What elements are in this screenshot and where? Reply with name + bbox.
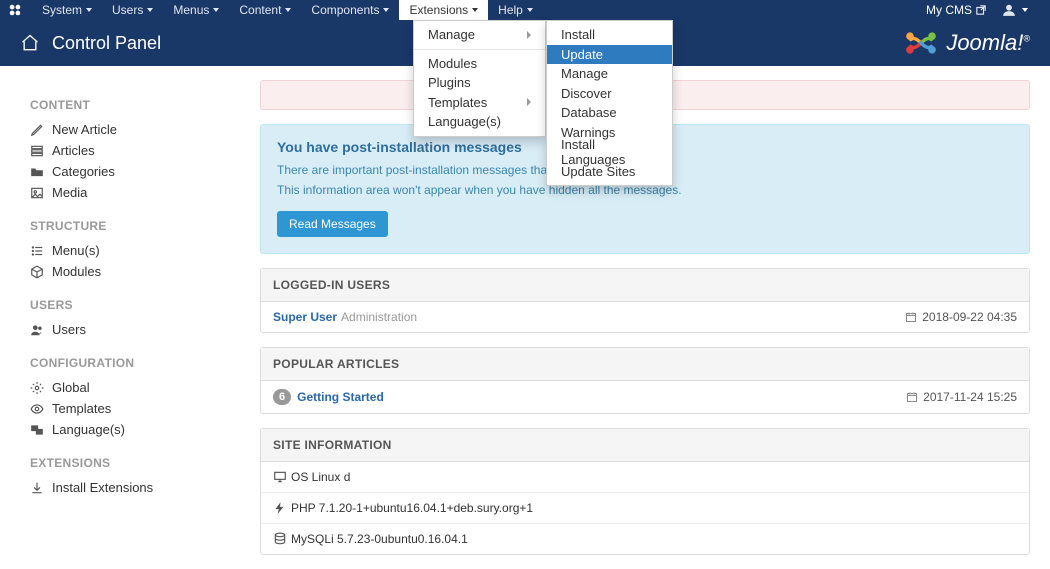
site-link[interactable]: My CMS <box>926 3 986 17</box>
article-date: 2017-11-24 15:25 <box>906 390 1017 404</box>
nav-content[interactable]: Content <box>229 0 301 20</box>
submenu-item-update[interactable]: Update <box>547 45 672 65</box>
home-icon <box>20 33 40 53</box>
caret-icon <box>86 8 92 12</box>
caret-icon <box>527 8 533 12</box>
pencil-icon <box>30 123 50 137</box>
submenu-item-install-languages[interactable]: Install Languages <box>547 142 672 162</box>
submenu-caret-icon <box>527 31 531 39</box>
calendar-icon <box>906 391 918 403</box>
panel-heading: LOGGED-IN USERS <box>261 269 1029 302</box>
sidebar-item-media[interactable]: Media <box>30 182 240 203</box>
sidebar-heading-content: CONTENT <box>30 98 240 112</box>
joomla-logo: Joomla!® <box>904 26 1030 60</box>
gear-icon <box>30 381 50 395</box>
submenu-item-install[interactable]: Install <box>547 25 672 45</box>
article-hits-badge: 6 <box>273 389 291 405</box>
panel-popular-articles: POPULAR ARTICLES 6 Getting Started 2017-… <box>260 347 1030 414</box>
submenu-caret-icon <box>527 98 531 106</box>
nav-right: My CMS <box>926 3 1050 17</box>
sidebar-item-users[interactable]: Users <box>30 319 240 340</box>
sidebar-item-languages[interactable]: Language(s) <box>30 419 240 440</box>
nav-components[interactable]: Components <box>301 0 399 20</box>
caret-icon <box>472 8 478 12</box>
caret-icon <box>1022 8 1028 12</box>
page-title: Control Panel <box>20 33 161 54</box>
sidebar-item-install-extensions[interactable]: Install Extensions <box>30 477 240 498</box>
sidebar-item-categories[interactable]: Categories <box>30 161 240 182</box>
siteinfo-row-os: OS Linux d <box>261 462 1029 493</box>
sidebar-item-modules[interactable]: Modules <box>30 261 240 282</box>
main: CONTENT New Article Articles Categories … <box>0 66 1050 569</box>
nav-help[interactable]: Help <box>488 0 543 20</box>
sidebar-item-articles[interactable]: Articles <box>30 140 240 161</box>
nav-users[interactable]: Users <box>102 0 163 20</box>
dropdown-item-plugins[interactable]: Plugins <box>414 73 545 93</box>
user-link[interactable]: Super User <box>273 310 337 324</box>
nav-system[interactable]: System <box>32 0 102 20</box>
dropdown-separator <box>414 49 545 50</box>
sidebar-item-templates[interactable]: Templates <box>30 398 240 419</box>
nav-items: System Users Menus Content Components Ex… <box>32 0 543 20</box>
dropdown-item-modules[interactable]: Modules <box>414 54 545 74</box>
stack-icon <box>30 144 50 158</box>
submenu-item-discover[interactable]: Discover <box>547 84 672 104</box>
sidebar-heading-structure: STRUCTURE <box>30 219 240 233</box>
popular-article-row: 6 Getting Started 2017-11-24 15:25 <box>261 381 1029 413</box>
eye-icon <box>30 402 50 416</box>
logged-in-user-row: Super User Administration 2018-09-22 04:… <box>261 302 1029 332</box>
user-role: Administration <box>341 310 417 324</box>
login-date: 2018-09-22 04:35 <box>905 310 1017 324</box>
bolt-icon <box>273 501 291 515</box>
submenu-item-manage[interactable]: Manage <box>547 64 672 84</box>
panel-heading: POPULAR ARTICLES <box>261 348 1029 381</box>
sidebar-heading-configuration: CONFIGURATION <box>30 356 240 370</box>
screen-icon <box>273 470 291 484</box>
download-icon <box>30 481 50 495</box>
panel-logged-in-users: LOGGED-IN USERS Super User Administratio… <box>260 268 1030 333</box>
nav-extensions[interactable]: Extensions <box>399 0 488 20</box>
caret-icon <box>147 8 153 12</box>
sidebar-heading-users: USERS <box>30 298 240 312</box>
panel-site-information: SITE INFORMATION OS Linux d PHP 7.1.20-1… <box>260 428 1030 555</box>
dropdown-item-languages[interactable]: Language(s) <box>414 112 545 132</box>
sidebar-item-menus[interactable]: Menu(s) <box>30 240 240 261</box>
user-menu[interactable] <box>1002 3 1028 17</box>
extensions-dropdown: Manage Modules Plugins Templates Languag… <box>413 20 546 137</box>
joomla-brand-icon[interactable] <box>8 3 22 17</box>
caret-icon <box>383 8 389 12</box>
manage-submenu: Install Update Manage Discover Database … <box>546 20 673 186</box>
sidebar-item-global[interactable]: Global <box>30 377 240 398</box>
list-icon <box>30 244 50 258</box>
dropdown-item-templates[interactable]: Templates <box>414 93 545 113</box>
panel-heading: SITE INFORMATION <box>261 429 1029 462</box>
language-icon <box>30 423 50 437</box>
dropdown-item-manage[interactable]: Manage <box>414 25 545 45</box>
image-icon <box>30 186 50 200</box>
caret-icon <box>213 8 219 12</box>
caret-icon <box>285 8 291 12</box>
sidebar: CONTENT New Article Articles Categories … <box>0 66 260 569</box>
siteinfo-row-php: PHP 7.1.20-1+ubuntu16.04.1+deb.sury.org+… <box>261 493 1029 524</box>
database-icon <box>273 532 291 546</box>
sidebar-heading-extensions: EXTENSIONS <box>30 456 240 470</box>
external-link-icon <box>976 5 986 15</box>
top-navbar: System Users Menus Content Components Ex… <box>0 0 1050 20</box>
siteinfo-row-db: MySQLi 5.7.23-0ubuntu0.16.04.1 <box>261 524 1029 554</box>
submenu-item-database[interactable]: Database <box>547 103 672 123</box>
calendar-icon <box>905 311 917 323</box>
article-link[interactable]: Getting Started <box>297 390 384 404</box>
cube-icon <box>30 265 50 279</box>
users-icon <box>30 323 50 337</box>
read-messages-button[interactable]: Read Messages <box>277 211 388 237</box>
sidebar-item-new-article[interactable]: New Article <box>30 119 240 140</box>
nav-menus[interactable]: Menus <box>163 0 229 20</box>
folder-icon <box>30 165 50 179</box>
